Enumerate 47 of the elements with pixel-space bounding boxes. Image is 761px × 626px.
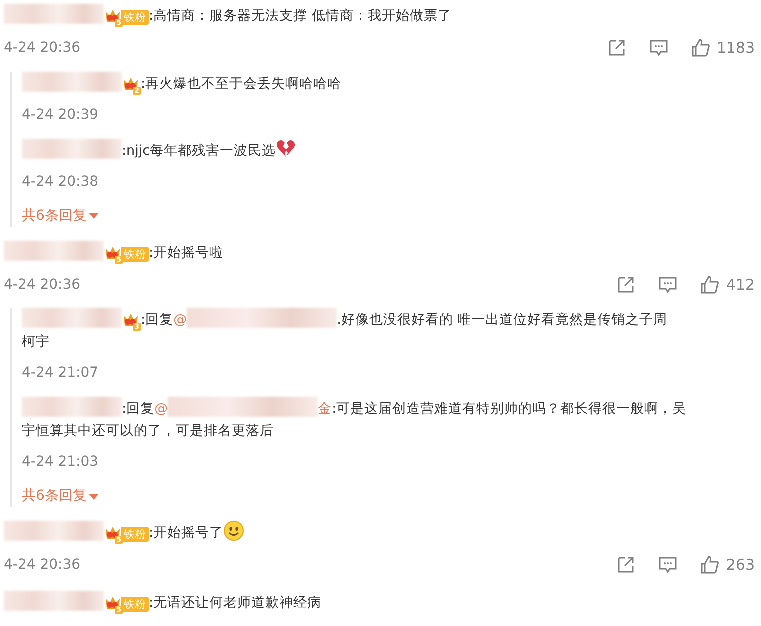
comment-text: :开始摇号啦 bbox=[149, 244, 224, 260]
more-replies-link[interactable]: 共6条回复 bbox=[22, 206, 99, 226]
share-button[interactable] bbox=[616, 274, 636, 295]
reply-time: 4-24 21:03 bbox=[22, 453, 100, 472]
reply-time: 4-24 20:39 bbox=[22, 106, 100, 124]
share-button[interactable] bbox=[606, 38, 627, 58]
comment-icon bbox=[658, 555, 678, 576]
comment-time: 4-24 20:36 bbox=[4, 556, 81, 576]
comment-time: 4-24 20:36 bbox=[4, 276, 81, 295]
comment-text: :njjc每年都残害一波民选 bbox=[122, 142, 276, 158]
comment-text: :开始摇号了 bbox=[149, 525, 224, 541]
like-button[interactable]: 1183 bbox=[690, 37, 755, 60]
fan-badge: 铁粉 bbox=[121, 527, 149, 542]
like-icon bbox=[700, 274, 720, 295]
broken-heart-icon bbox=[276, 138, 296, 158]
fan-badge: 铁粉 bbox=[121, 596, 149, 612]
share-icon bbox=[616, 274, 636, 295]
comment-text: :回复 bbox=[141, 312, 174, 328]
reply-button[interactable] bbox=[648, 38, 669, 58]
share-button[interactable] bbox=[616, 555, 636, 576]
comment-text: :再火爆也不至于会丢失啊哈哈哈 bbox=[141, 76, 342, 92]
reply-button[interactable] bbox=[658, 555, 678, 576]
comment-text: :无语还让何老师道歉神经病 bbox=[149, 594, 322, 610]
comment-text: :可是这届创造营难道有特别帅的吗？都长得很一般啊，吴 bbox=[332, 401, 687, 417]
comment-text: :回复 bbox=[122, 401, 155, 417]
comment-text: :高情商：服务器无法支撑 低情商：我开始做票了 bbox=[149, 8, 452, 24]
reply-time: 4-24 21:07 bbox=[22, 364, 100, 383]
fan-badge: 铁粉 bbox=[121, 10, 149, 25]
like-icon bbox=[700, 555, 720, 576]
reply-button[interactable] bbox=[658, 274, 678, 295]
caret-icon bbox=[88, 494, 99, 500]
comment-text: 柯宇 bbox=[22, 334, 50, 350]
like-button[interactable]: 412 bbox=[700, 274, 755, 296]
like-button[interactable]: 263 bbox=[700, 554, 755, 576]
comment-text: .好像也没很好看的 唯一出道位好看竟然是传销之子周 bbox=[337, 312, 668, 328]
comment-icon bbox=[658, 274, 678, 295]
more-replies-link[interactable]: 共6条回复 bbox=[22, 486, 99, 507]
smile-icon bbox=[224, 521, 244, 541]
like-icon bbox=[690, 38, 711, 58]
reply-time: 4-24 20:38 bbox=[22, 172, 100, 192]
comment-icon bbox=[648, 38, 669, 58]
share-icon bbox=[606, 38, 627, 58]
share-icon bbox=[616, 555, 636, 576]
fan-badge: 铁粉 bbox=[121, 246, 149, 262]
comment-time: 4-24 20:36 bbox=[4, 39, 81, 58]
comment-text: 宇恒算其中还可以的了，可是排名更落后 bbox=[22, 423, 274, 439]
caret-icon bbox=[88, 213, 99, 219]
